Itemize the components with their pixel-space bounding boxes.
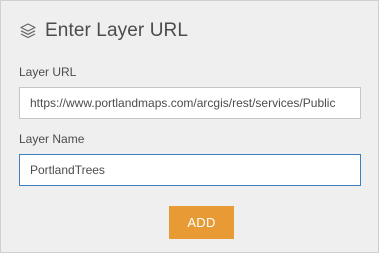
add-button[interactable]: ADD [169, 206, 234, 239]
layer-name-input[interactable] [19, 154, 361, 186]
layers-icon [19, 22, 37, 40]
add-layer-panel: Enter Layer URL Layer URL Layer Name ADD [0, 0, 379, 253]
layer-url-input[interactable] [19, 87, 361, 119]
panel-header: Enter Layer URL [19, 19, 188, 43]
layer-url-label: Layer URL [19, 65, 77, 79]
panel-title: Enter Layer URL [45, 20, 189, 41]
layer-name-label: Layer Name [19, 132, 85, 146]
